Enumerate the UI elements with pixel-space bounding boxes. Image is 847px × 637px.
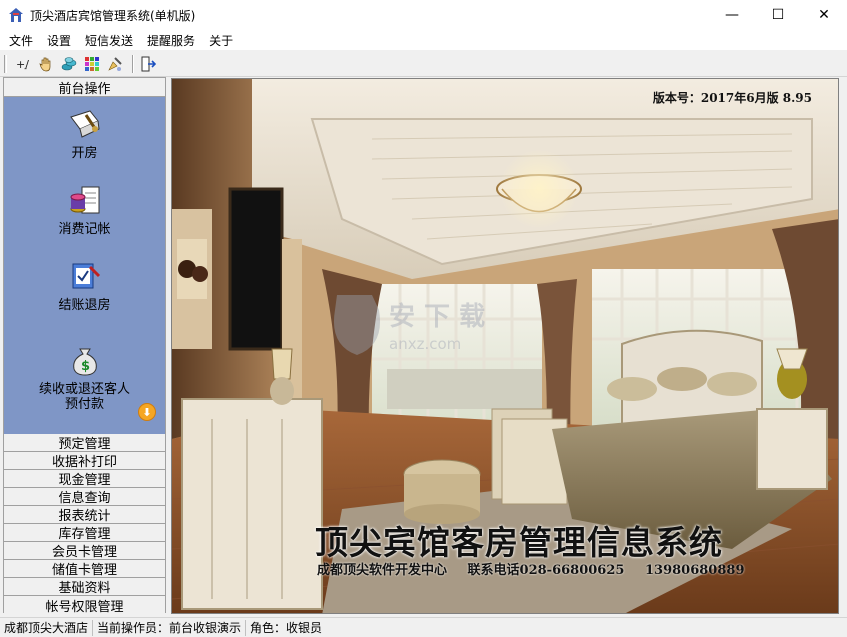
svg-text:+/: +/ [16, 58, 29, 71]
checkout-label: 结账退房 [58, 298, 111, 313]
contact-phone: 联系电话028-66800625 [467, 563, 625, 578]
consumption-label: 消费记帐 [58, 222, 111, 237]
prepayment-label: 续收或退还客人 预付款 [38, 382, 130, 412]
sidebar-item-cash[interactable]: 现金管理 [4, 470, 165, 488]
menu-settings[interactable]: 设置 [40, 32, 78, 49]
title-bar: 顶尖酒店宾馆管理系统(单机版) — ☐ ✕ [0, 0, 847, 30]
sidebar-item-reports[interactable]: 报表统计 [4, 506, 165, 524]
watermark-logo: 安 下 载 anxz.com [333, 295, 485, 355]
open-room-button[interactable]: 开房 [4, 107, 165, 161]
sidebar: 前台操作 开房 消费记帐 结账退房 $ 续收或退还客人 预付款 ⬇ 预定管理 收… [3, 77, 166, 615]
maximize-button[interactable]: ☐ [755, 0, 801, 30]
consumption-button[interactable]: 消费记帐 [4, 183, 165, 237]
sidebar-header-front-desk[interactable]: 前台操作 [4, 78, 165, 97]
cleaning-icon[interactable] [105, 54, 125, 74]
svg-text:-: - [24, 64, 27, 72]
checkout-button[interactable]: 结账退房 [4, 259, 165, 313]
menu-reminder[interactable]: 提醒服务 [140, 32, 202, 49]
scroll-down-arrow-icon[interactable]: ⬇ [138, 403, 156, 421]
sidebar-item-inventory[interactable]: 库存管理 [4, 524, 165, 542]
svg-text:anxz.com: anxz.com [389, 335, 461, 353]
toolbar-grip[interactable] [4, 54, 7, 73]
app-house-icon [9, 8, 23, 22]
sidebar-item-account-permissions[interactable]: 帐号权限管理 [4, 596, 165, 615]
sidebar-item-reservation[interactable]: 预定管理 [4, 434, 165, 452]
svg-text:安 下 载: 安 下 载 [389, 302, 485, 332]
front-desk-panel: 开房 消费记帐 结账退房 $ 续收或退还客人 预付款 ⬇ [4, 97, 165, 434]
coins-icon[interactable] [59, 54, 79, 74]
main-banner: 安 下 载 anxz.com 版本号：2017年6月版 8.95 顶尖宾馆客房管… [171, 78, 839, 614]
consumption-icon [68, 183, 102, 217]
company-contact-line: 成都顶尖软件开发中心 联系电话028-66800625 13980680889 [317, 559, 760, 578]
sidebar-item-base-data[interactable]: 基础资料 [4, 578, 165, 596]
status-bar: 成都顶尖大酒店 当前操作员：前台收银演示 角色：收银员 [0, 617, 847, 637]
menu-file[interactable]: 文件 [2, 32, 40, 49]
hand-icon[interactable] [36, 54, 56, 74]
prepayment-button[interactable]: $ 续收或退还客人 预付款 [4, 343, 165, 412]
menu-sms[interactable]: 短信发送 [78, 32, 140, 49]
status-hotel-name: 成都顶尖大酒店 [0, 619, 94, 636]
grid-icon[interactable] [82, 54, 102, 74]
version-label: 版本号：2017年6月版 8.95 [652, 91, 812, 105]
company-name: 成都顶尖软件开发中心 [317, 563, 448, 578]
sidebar-item-member-card[interactable]: 会员卡管理 [4, 542, 165, 560]
svg-text:$: $ [81, 359, 90, 374]
menu-bar: 文件 设置 短信发送 提醒服务 关于 [0, 30, 847, 50]
sidebar-item-stored-value-card[interactable]: 储值卡管理 [4, 560, 165, 578]
minimize-button[interactable]: — [709, 0, 755, 30]
close-button[interactable]: ✕ [801, 0, 847, 30]
open-room-label: 开房 [71, 146, 98, 161]
system-title: 顶尖宾馆客房管理信息系统 [315, 523, 723, 562]
sidebar-item-receipt-reprint[interactable]: 收据补打印 [4, 452, 165, 470]
sidebar-item-query[interactable]: 信息查询 [4, 488, 165, 506]
toolbar-separator [132, 54, 134, 73]
checkout-icon [68, 259, 102, 293]
menu-about[interactable]: 关于 [202, 32, 240, 49]
contact-mobile: 13980680889 [644, 563, 745, 578]
money-bag-icon: $ [68, 343, 102, 377]
calculator-icon[interactable]: +/- [13, 54, 33, 74]
status-role: 角色：收银员 [250, 621, 323, 635]
sidebar-list: 预定管理 收据补打印 现金管理 信息查询 报表统计 库存管理 会员卡管理 储值卡… [4, 434, 165, 615]
toolbar: +/- [0, 51, 847, 77]
status-operator: 当前操作员：前台收银演示 [93, 619, 247, 636]
exit-icon[interactable] [138, 54, 158, 74]
window-title: 顶尖酒店宾馆管理系统(单机版) [30, 8, 196, 23]
open-room-icon [68, 107, 102, 141]
